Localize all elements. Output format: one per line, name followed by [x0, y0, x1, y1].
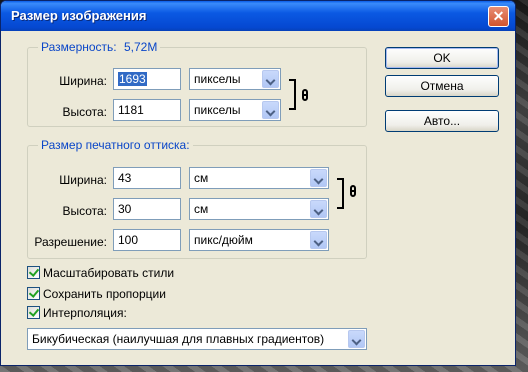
chevron-down-icon — [310, 200, 327, 218]
pixel-height-unit-select[interactable]: пикселы — [189, 99, 281, 121]
chevron-down-icon — [262, 101, 279, 119]
doc-height-unit-select[interactable]: см — [189, 198, 329, 220]
document-size-legend: Размер печатного оттиска: — [38, 138, 193, 152]
pixel-width-input[interactable]: 1693 — [113, 68, 181, 90]
pixel-height-input[interactable]: 1181 — [113, 99, 181, 121]
pixel-width-label: Ширина: — [59, 74, 107, 88]
close-button[interactable]: ✕ — [488, 6, 509, 27]
chevron-down-icon — [262, 70, 279, 88]
resample-method-select[interactable]: Бикубическая (наилучшая для плавных град… — [27, 328, 367, 350]
auto-button[interactable]: Авто... — [385, 110, 499, 132]
doc-width-label: Ширина: — [59, 173, 107, 187]
chevron-down-icon — [348, 330, 365, 348]
pixel-width-unit-select[interactable]: пикселы — [189, 68, 281, 90]
checkbox-checked-icon — [27, 266, 40, 279]
pixel-dimensions-legend: Размерность: 5,72M — [38, 40, 161, 54]
cancel-button[interactable]: Отмена — [385, 75, 499, 97]
link-chain-icon — [350, 185, 356, 197]
pixel-link-bracket — [289, 79, 296, 110]
doc-link-bracket — [337, 178, 344, 209]
chevron-down-icon — [310, 169, 327, 187]
title-bar[interactable]: Размер изображения ✕ — [1, 1, 515, 31]
ok-button[interactable]: OK — [385, 47, 499, 69]
doc-width-input[interactable]: 43 — [113, 167, 181, 189]
checkbox-checked-icon — [27, 287, 40, 300]
resolution-label: Разрешение: — [34, 235, 107, 249]
pixel-height-label: Высота: — [62, 105, 107, 119]
checkbox-checked-icon — [27, 306, 40, 319]
doc-height-label: Высота: — [62, 204, 107, 218]
dialog-title: Размер изображения — [11, 8, 147, 23]
pixel-size-value: 5,72M — [123, 40, 158, 54]
chevron-down-icon — [310, 231, 327, 249]
doc-width-unit-select[interactable]: см — [189, 167, 329, 189]
doc-height-input[interactable]: 30 — [113, 198, 181, 220]
image-size-dialog: Размер изображения ✕ Размерность: 5,72M … — [0, 0, 516, 366]
resolution-input[interactable]: 100 — [113, 229, 181, 251]
resolution-unit-select[interactable]: пикс/дюйм — [189, 229, 329, 251]
link-chain-icon — [302, 89, 308, 101]
